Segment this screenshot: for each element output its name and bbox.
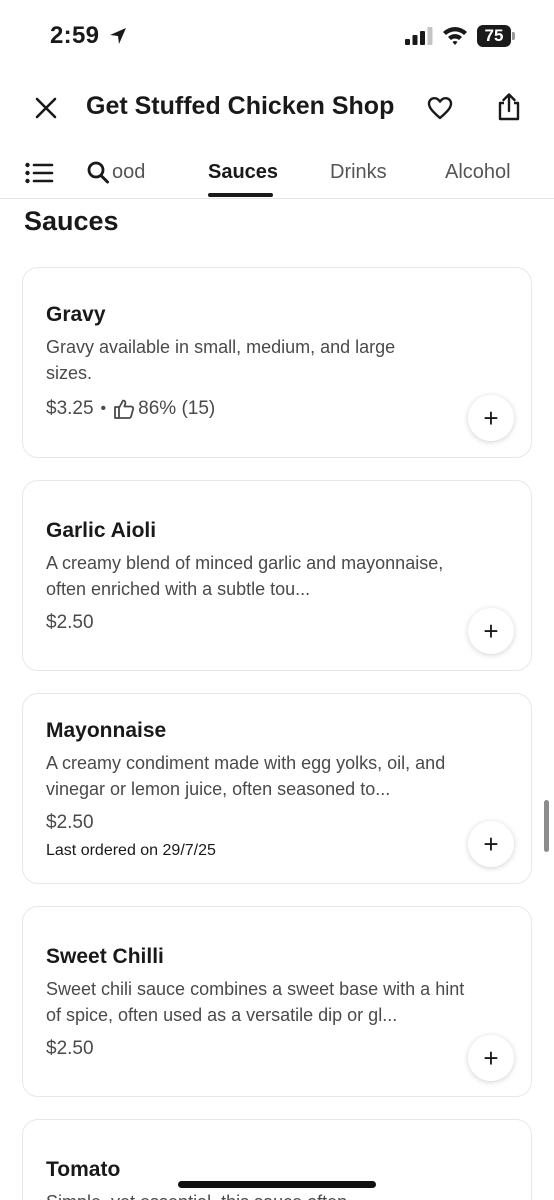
close-icon xyxy=(35,97,57,119)
tab-drinks[interactable]: Drinks xyxy=(330,161,387,184)
store-title: Get Stuffed Chicken Shop xyxy=(86,92,395,120)
item-name: Sweet Chilli xyxy=(46,945,164,968)
thumbs-up-icon xyxy=(114,399,135,419)
item-name: Mayonnaise xyxy=(46,719,167,742)
item-name: Tomato xyxy=(46,1158,121,1181)
add-item-button[interactable]: + xyxy=(468,821,514,867)
item-rating: 86% (15) xyxy=(138,398,216,419)
item-name: Gravy xyxy=(46,303,106,326)
menu-item-card[interactable]: Mayonnaise A creamy condiment made with … xyxy=(22,693,532,884)
item-meta: $2.50 xyxy=(46,812,94,834)
item-meta: $3.25 • 86% (15) xyxy=(46,398,215,420)
battery-body: 75 xyxy=(477,25,511,47)
item-description: Gravy available in small, medium, and la… xyxy=(46,337,396,383)
tab-food[interactable]: ood xyxy=(112,161,145,184)
share-icon xyxy=(498,93,520,121)
item-price: $2.50 xyxy=(46,612,94,633)
add-item-button[interactable]: + xyxy=(468,608,514,654)
item-description: A creamy condiment made with egg yolks, … xyxy=(46,753,446,799)
active-tab-indicator xyxy=(208,193,273,197)
store-header: Get Stuffed Chicken Shop xyxy=(0,78,554,138)
battery-level: 75 xyxy=(484,26,504,45)
share-button[interactable] xyxy=(492,90,526,124)
item-price: $2.50 xyxy=(46,1038,94,1059)
battery-indicator: 75 xyxy=(477,25,515,47)
item-meta: $2.50 xyxy=(46,612,94,634)
menu-item-card[interactable]: Garlic Aioli A creamy blend of minced ga… xyxy=(22,480,532,671)
item-description: Sweet chili sauce combines a sweet base … xyxy=(46,979,465,1025)
separator-dot: • xyxy=(100,400,107,417)
item-meta: $2.50 xyxy=(46,1038,94,1060)
battery-cap xyxy=(512,32,515,40)
status-time: 2:59 xyxy=(50,22,100,49)
item-price: $3.25 xyxy=(46,398,94,419)
menu-item-card[interactable]: Sweet Chilli Sweet chili sauce combines … xyxy=(22,906,532,1097)
tab-alcohol[interactable]: Alcohol xyxy=(445,161,511,184)
item-description: A creamy blend of minced garlic and mayo… xyxy=(46,553,444,599)
list-icon[interactable] xyxy=(24,160,54,186)
location-arrow-icon xyxy=(110,28,126,44)
last-ordered-note: Last ordered on 29/7/25 xyxy=(46,842,216,859)
tab-sauces[interactable]: Sauces xyxy=(208,161,278,184)
add-item-button[interactable]: + xyxy=(468,1035,514,1081)
item-price: $2.50 xyxy=(46,812,94,833)
scrollbar[interactable] xyxy=(544,800,549,852)
menu-item-card[interactable]: Gravy Gravy available in small, medium, … xyxy=(22,267,532,458)
menu-category-tabs: ood Sauces Drinks Alcohol xyxy=(0,150,554,199)
signal-icon xyxy=(405,27,433,45)
item-name: Garlic Aioli xyxy=(46,519,157,542)
item-description: Simple, yet essential, this sauce often.… xyxy=(46,1189,476,1200)
search-icon[interactable] xyxy=(86,160,110,186)
wifi-icon xyxy=(443,27,467,45)
status-bar: 2:59 75 xyxy=(0,0,554,72)
section-title: Sauces xyxy=(24,206,119,236)
heart-icon xyxy=(427,97,453,120)
add-item-button[interactable]: + xyxy=(468,395,514,441)
home-indicator[interactable] xyxy=(178,1181,376,1188)
close-button[interactable] xyxy=(30,92,62,124)
favorite-button[interactable] xyxy=(424,92,456,124)
